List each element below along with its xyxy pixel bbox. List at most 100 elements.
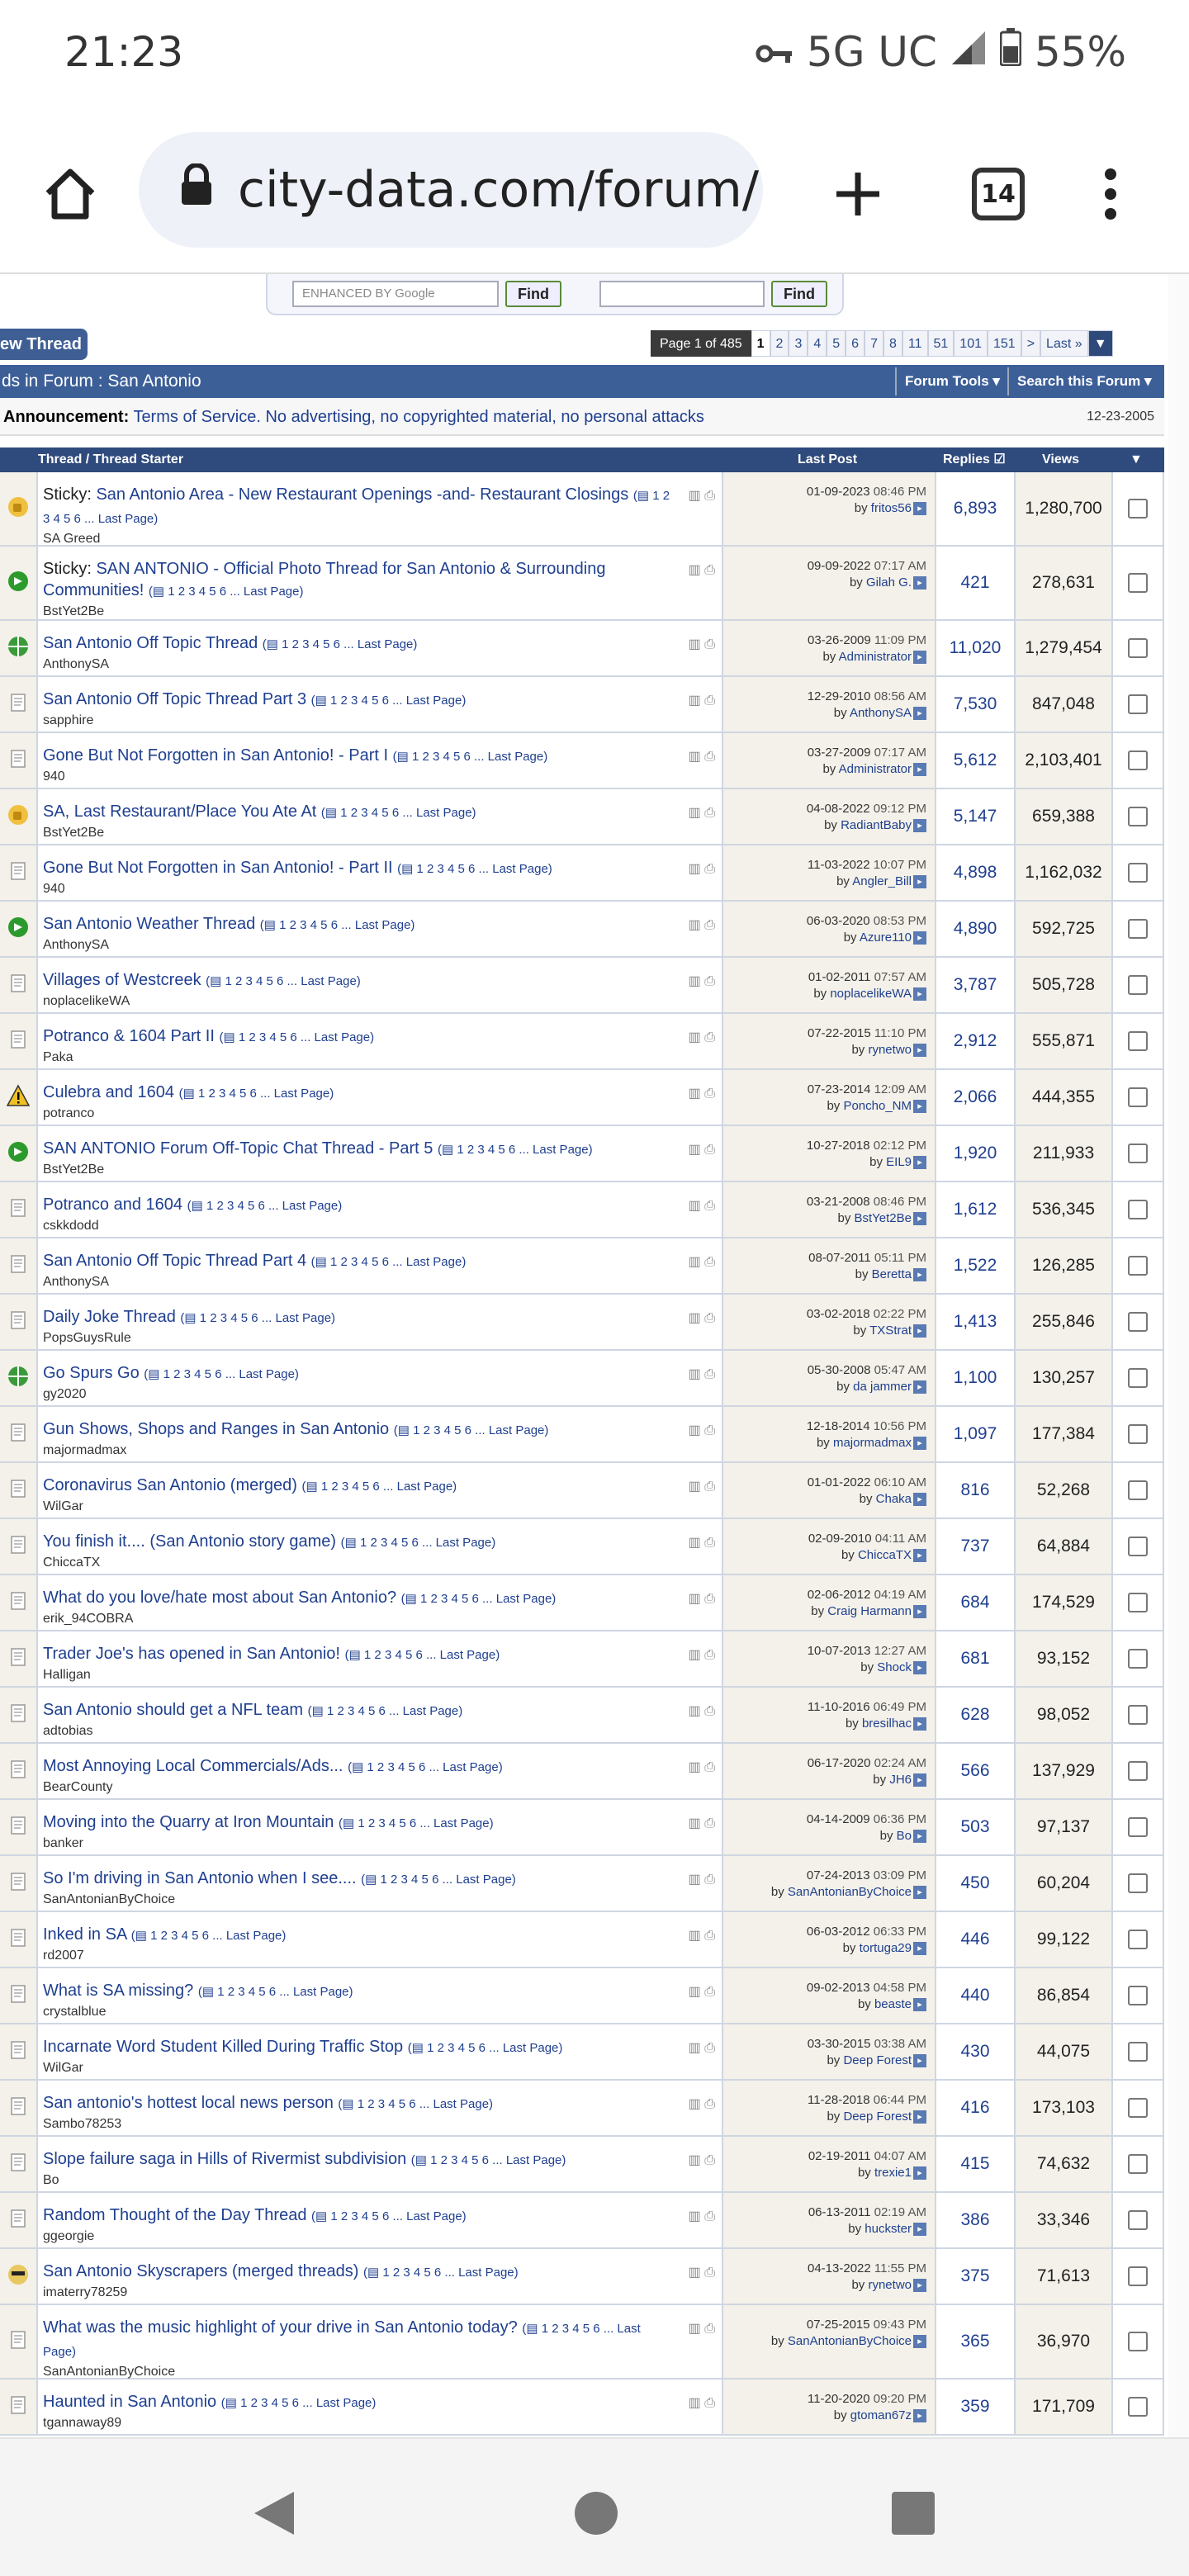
replies-count[interactable]: 816 [960, 1480, 989, 1500]
go-to-last-post-icon[interactable]: ▸ [913, 1998, 926, 2012]
last-post-user[interactable]: beaste [874, 1997, 912, 2011]
go-to-last-post-icon[interactable]: ▸ [913, 819, 926, 833]
home-nav-button[interactable] [571, 2488, 621, 2538]
thread-starter[interactable]: gy2020 [43, 1385, 717, 1404]
thread-starter[interactable]: imaterry78259 [43, 2284, 717, 2302]
go-to-last-post-icon[interactable]: ▸ [913, 1886, 926, 1900]
replies-cell[interactable]: 737 [936, 1519, 1016, 1574]
go-to-last-post-icon[interactable]: ▸ [913, 875, 926, 889]
go-to-last-post-icon[interactable]: ▸ [913, 1717, 926, 1731]
thread-title-link[interactable]: SAN ANTONIO Forum Off-Topic Chat Thread … [43, 1139, 433, 1158]
replies-count[interactable]: 5,612 [954, 751, 997, 770]
last-post-user[interactable]: majormadmax [833, 1436, 912, 1450]
replies-cell[interactable]: 415 [936, 2137, 1016, 2191]
last-post-user[interactable]: Gilah G. [866, 575, 912, 590]
thread-pages-links[interactable]: 1 2 3 4 5 6 ... Last Page [420, 1592, 552, 1606]
page-link[interactable]: 2 [770, 330, 789, 357]
page-last[interactable]: Last » [1040, 330, 1088, 357]
replies-count[interactable]: 5,147 [954, 807, 997, 826]
go-to-last-post-icon[interactable]: ▸ [913, 1493, 926, 1507]
go-to-last-post-icon[interactable]: ▸ [913, 1268, 926, 1282]
replies-count[interactable]: 566 [960, 1761, 989, 1781]
replies-count[interactable]: 359 [960, 2397, 989, 2417]
thread-checkbox[interactable] [1128, 638, 1148, 658]
page-link[interactable]: 7 [865, 330, 883, 357]
thread-starter[interactable]: WilGar [43, 2059, 717, 2077]
replies-count[interactable]: 2,912 [954, 1031, 997, 1051]
thread-pages-links[interactable]: 1 2 3 4 5 6 ... Last Page [150, 1929, 282, 1943]
replies-cell[interactable]: 684 [936, 1575, 1016, 1630]
go-to-last-post-icon[interactable]: ▸ [913, 1942, 926, 1956]
thread-starter[interactable]: crystalblue [43, 2003, 717, 2021]
page-link[interactable]: 11 [902, 330, 928, 357]
last-post-user[interactable]: Craig Harmann [827, 1604, 912, 1618]
col-replies[interactable]: Replies ☑ [943, 447, 1006, 472]
thread-title-link[interactable]: So I'm driving in San Antonio when I see… [43, 1869, 357, 1887]
last-post-user[interactable]: Poncho_NM [843, 1099, 912, 1113]
thread-title-link[interactable]: Haunted in San Antonio [43, 2393, 216, 2411]
go-to-last-post-icon[interactable]: ▸ [913, 1437, 926, 1451]
last-post-user[interactable]: tortuga29 [860, 1941, 912, 1955]
thread-starter[interactable]: cskkdodd [43, 1217, 717, 1235]
thread-starter[interactable]: BearCounty [43, 1778, 717, 1797]
last-post-user[interactable]: rynetwo [868, 2278, 912, 2292]
page-next[interactable]: > [1021, 330, 1041, 357]
last-post-user[interactable]: Deep Forest [843, 2053, 912, 2067]
thread-title-link[interactable]: San Antonio Area - New Restaurant Openin… [96, 485, 628, 504]
thread-pages-links[interactable]: 1 2 3 4 5 6 ... Last Page [413, 1423, 544, 1437]
thread-starter[interactable]: sapphire [43, 712, 717, 730]
replies-cell[interactable]: 628 [936, 1688, 1016, 1742]
replies-cell[interactable]: 440 [936, 1968, 1016, 2023]
thread-checkbox[interactable] [1128, 2210, 1148, 2230]
home-button[interactable] [33, 157, 107, 231]
new-tab-button[interactable] [821, 157, 895, 231]
replies-cell[interactable]: 11,020 [936, 621, 1016, 675]
thread-checkbox[interactable] [1128, 1256, 1148, 1276]
replies-count[interactable]: 4,898 [954, 863, 997, 883]
go-to-last-post-icon[interactable]: ▸ [913, 1661, 926, 1675]
thread-pages-links[interactable]: 1 2 3 4 5 6 ... Last Page [225, 974, 357, 988]
replies-cell[interactable]: 430 [936, 2024, 1016, 2079]
replies-cell[interactable]: 416 [936, 2081, 1016, 2135]
thread-pages-links[interactable]: 1 2 3 4 5 6 ... Last Page [321, 1480, 452, 1494]
replies-count[interactable]: 1,413 [954, 1312, 997, 1332]
thread-pages-links[interactable]: 1 2 3 4 5 6 ... Last Page [200, 1311, 331, 1325]
replies-count[interactable]: 440 [960, 1986, 989, 2005]
last-post-user[interactable]: Chaka [876, 1492, 912, 1506]
replies-count[interactable]: 1,612 [954, 1200, 997, 1219]
thread-checkbox[interactable] [1128, 1873, 1148, 1893]
go-to-last-post-icon[interactable]: ▸ [913, 1100, 926, 1114]
last-post-user[interactable]: Administrator [839, 650, 912, 664]
back-button[interactable] [249, 2488, 299, 2538]
replies-count[interactable]: 415 [960, 2154, 989, 2174]
thread-title-link[interactable]: You finish it.... (San Antonio story gam… [43, 1532, 336, 1551]
thread-title-link[interactable]: San Antonio Off Topic Thread Part 4 [43, 1252, 306, 1270]
replies-cell[interactable]: 5,612 [936, 733, 1016, 788]
thread-starter[interactable]: Bo [43, 2171, 717, 2190]
thread-checkbox[interactable] [1128, 751, 1148, 770]
go-to-last-post-icon[interactable]: ▸ [913, 2110, 926, 2124]
last-post-user[interactable]: AnthonySA [850, 706, 912, 720]
replies-cell[interactable]: 1,612 [936, 1182, 1016, 1237]
thread-title-link[interactable]: San Antonio Off Topic Thread [43, 634, 258, 652]
thread-starter[interactable]: BstYet2Be [43, 1161, 717, 1179]
last-post-user[interactable]: TXStrat [869, 1324, 912, 1338]
thread-pages-links[interactable]: 1 2 3 4 5 6 ... Last Page [163, 1367, 295, 1381]
replies-count[interactable]: 7,530 [954, 694, 997, 714]
col-menu-icon[interactable]: ▼ [1130, 447, 1143, 472]
last-post-user[interactable]: SanAntonianByChoice [788, 2334, 912, 2348]
thread-starter[interactable]: WilGar [43, 1498, 717, 1516]
col-thread[interactable]: Thread / Thread Starter [38, 447, 183, 472]
thread-title-link[interactable]: Gone But Not Forgotten in San Antonio! -… [43, 859, 393, 877]
page-link[interactable]: 151 [988, 330, 1021, 357]
thread-checkbox[interactable] [1128, 1930, 1148, 1949]
replies-cell[interactable]: 1,100 [936, 1351, 1016, 1405]
replies-count[interactable]: 503 [960, 1817, 989, 1837]
thread-title-link[interactable]: Inked in SA [43, 1925, 126, 1944]
go-to-last-post-icon[interactable]: ▸ [913, 576, 926, 590]
last-post-user[interactable]: bresilhac [862, 1717, 912, 1731]
replies-cell[interactable]: 359 [936, 2379, 1016, 2434]
thread-starter[interactable]: SA Greed [43, 530, 717, 548]
thread-title-link[interactable]: Daily Joke Thread [43, 1308, 176, 1326]
scrollbar[interactable] [1168, 274, 1189, 2437]
